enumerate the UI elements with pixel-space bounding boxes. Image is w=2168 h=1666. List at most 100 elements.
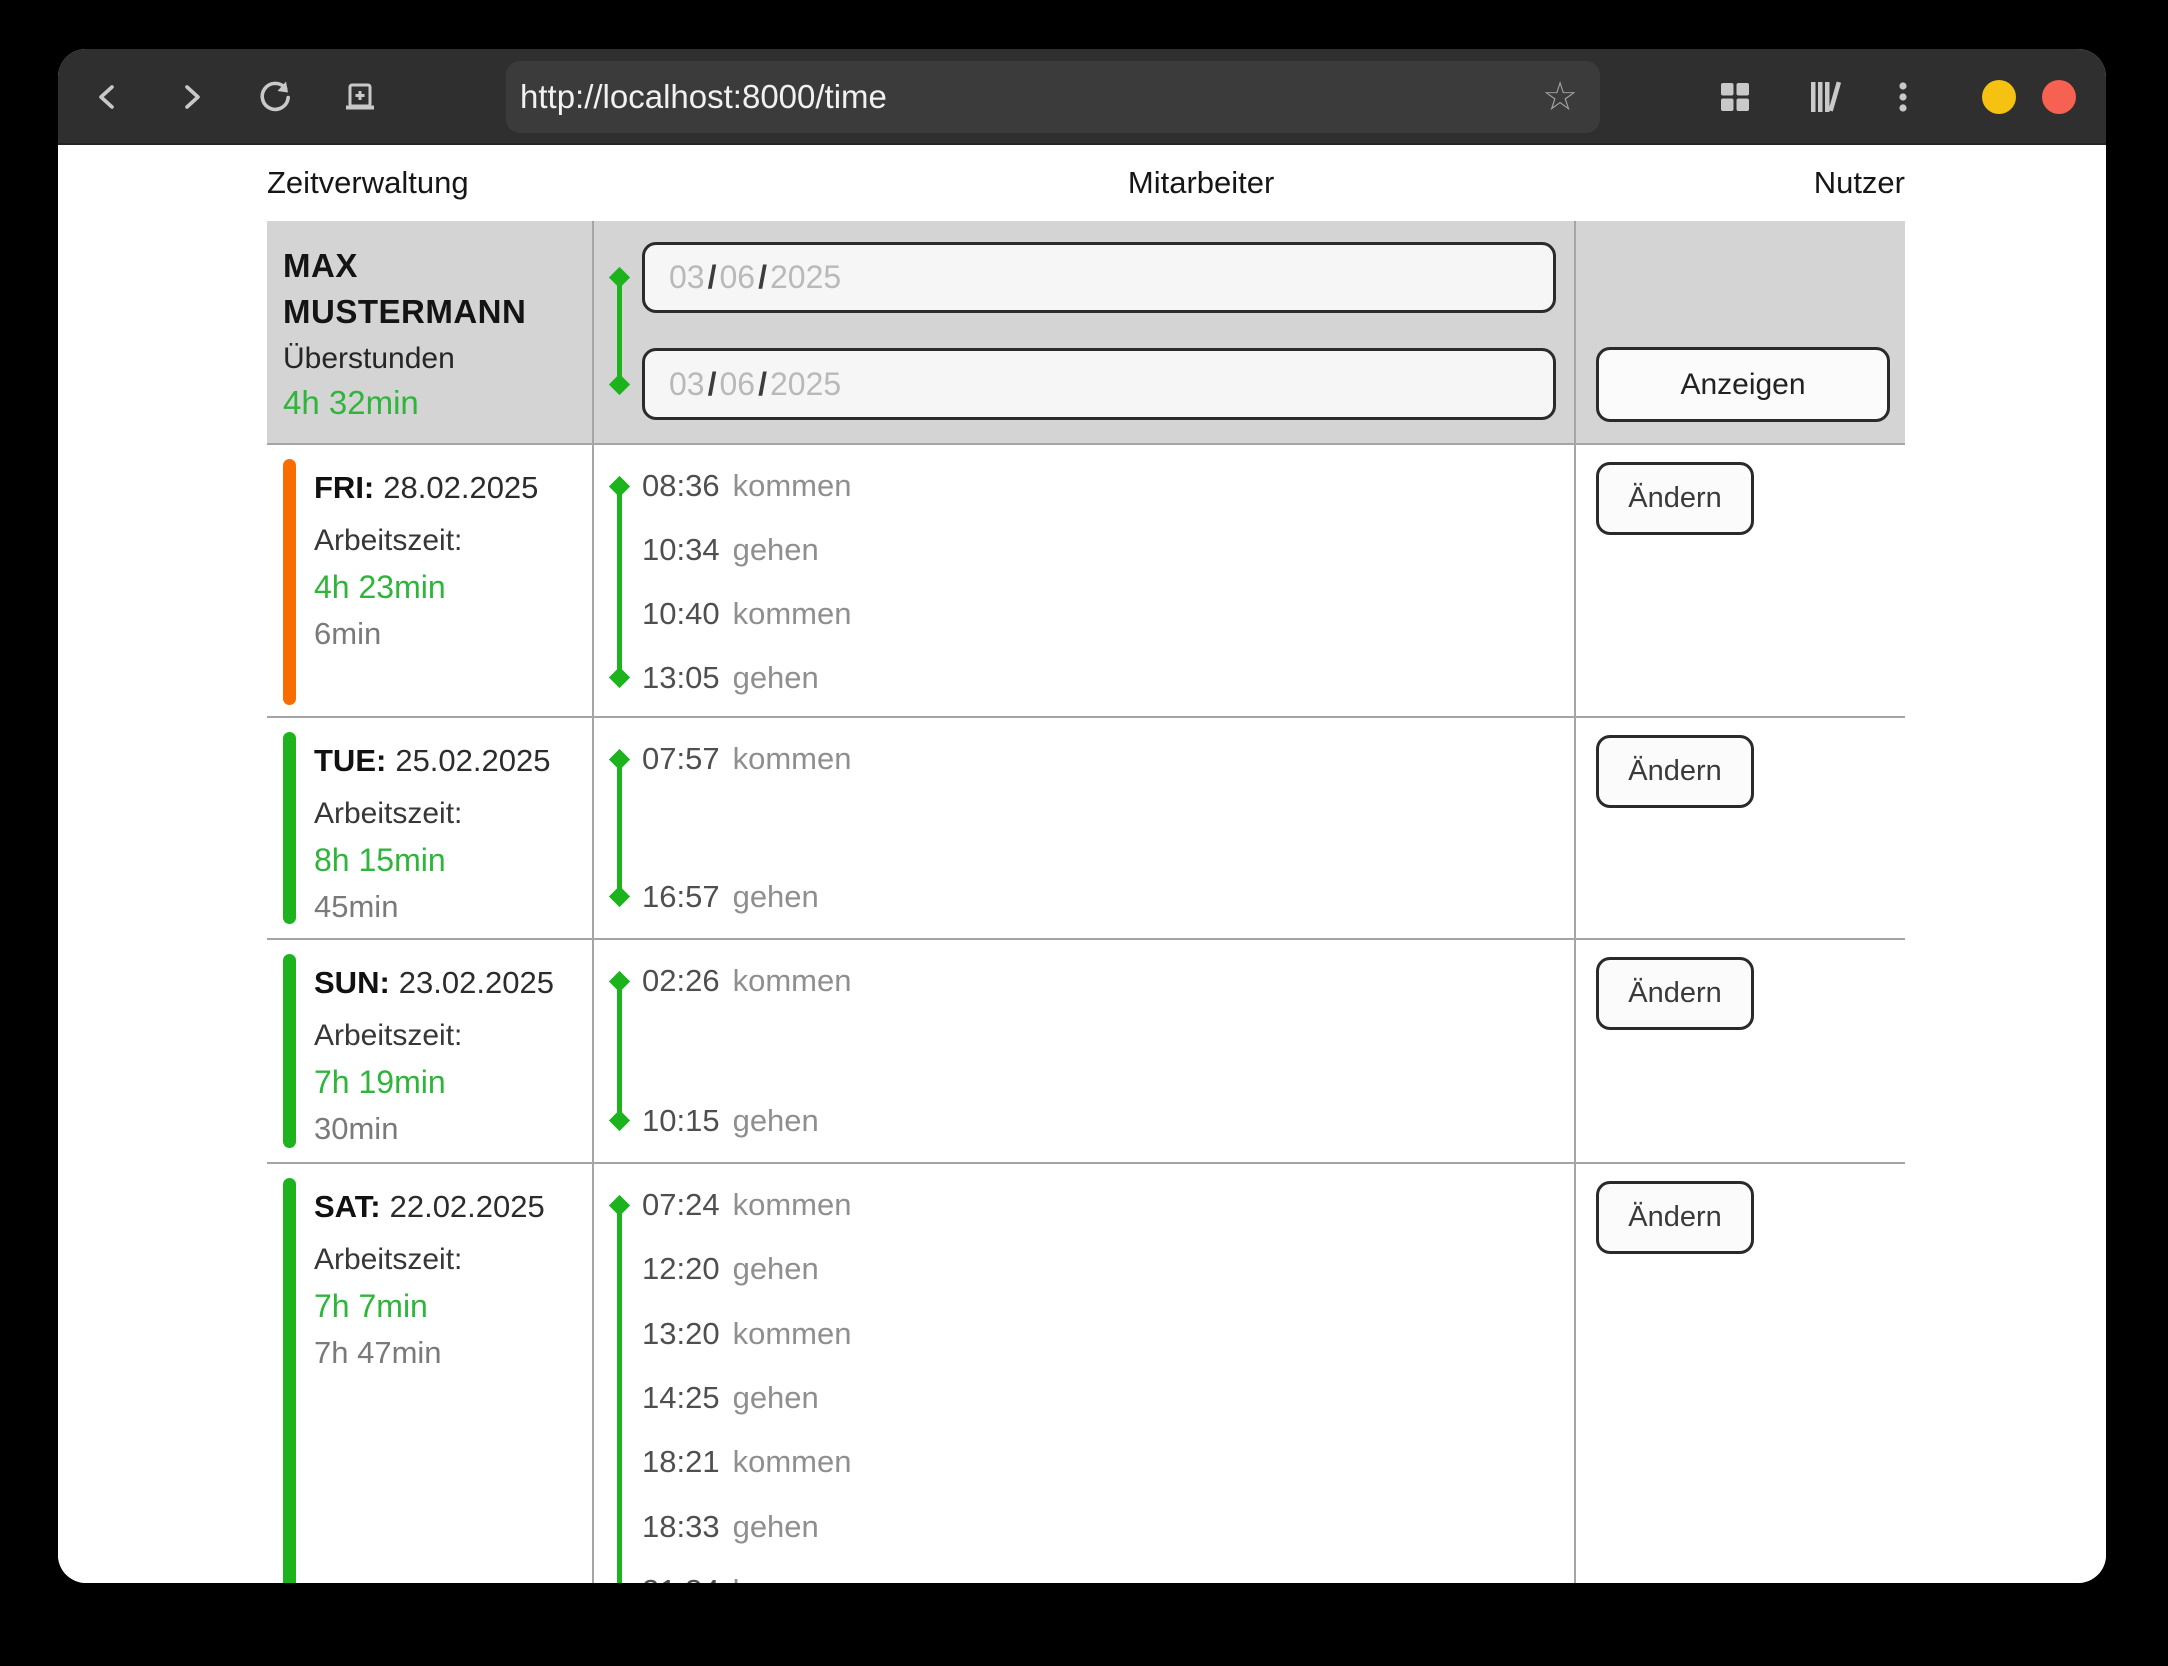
url-text[interactable]: http://localhost:8000/time [520, 78, 1542, 116]
date-range-line [617, 277, 622, 384]
employee-first-name: MAX [283, 243, 592, 289]
date-from-day: 03 [669, 259, 705, 296]
entry-time: 10:34 [642, 532, 720, 568]
entry-type: kommen [733, 963, 852, 999]
minimize-button[interactable] [1982, 80, 2016, 114]
time-entries: 07:57 kommen 16:57gehen [594, 718, 1574, 938]
time-entry: 21:34 kommen [594, 1559, 1574, 1583]
timeline [617, 759, 622, 897]
entry-time: 14:25 [642, 1380, 720, 1416]
time-entries: 02:26 kommen 10:15gehen [594, 940, 1574, 1162]
work-time: 7h 7min [314, 1283, 592, 1329]
show-button[interactable]: Anzeigen [1596, 347, 1890, 422]
entry-type: gehen [733, 532, 819, 568]
status-bar [283, 459, 296, 705]
bookmark-star-icon[interactable]: ☆ [1542, 79, 1578, 115]
entry-type: kommen [733, 1444, 852, 1480]
change-button[interactable]: Ändern [1596, 1181, 1754, 1254]
url-bar[interactable]: http://localhost:8000/time ☆ [506, 61, 1600, 133]
work-time: 7h 19min [314, 1059, 592, 1105]
date-to-day: 03 [669, 366, 705, 403]
work-label: Arbeitszeit: [314, 518, 592, 564]
entry-time: 07:57 [642, 741, 720, 777]
date-separator: / [755, 366, 770, 403]
entry-time: 02:26 [642, 963, 720, 999]
work-time: 8h 15min [314, 837, 592, 883]
entry-type: kommen [733, 1187, 852, 1223]
employee-name: MAX MUSTERMANN [283, 243, 592, 335]
entry-time: 13:20 [642, 1316, 720, 1352]
nav-zeitverwaltung[interactable]: Zeitverwaltung [267, 165, 469, 201]
entry-type: kommen [733, 1573, 852, 1583]
entry-type: kommen [733, 741, 852, 777]
library-icon[interactable] [1806, 79, 1842, 115]
date-to-year: 2025 [770, 366, 841, 403]
entry-type: gehen [733, 1251, 819, 1287]
browser-toolbar: http://localhost:8000/time ☆ [58, 49, 2106, 145]
reload-icon[interactable] [257, 79, 293, 115]
day-label: SUN: [314, 965, 390, 1000]
new-tab-icon[interactable] [342, 79, 378, 115]
date-from-input[interactable]: 03/06/2025 [642, 242, 1556, 313]
work-time: 4h 23min [314, 564, 592, 610]
day-row-sun: SUN:23.02.2025 Arbeitszeit: 7h 19min 30m… [267, 938, 1905, 1162]
work-label: Arbeitszeit: [314, 791, 592, 837]
day-row-tue: TUE:25.02.2025 Arbeitszeit: 8h 15min 45m… [267, 716, 1905, 938]
range-start-diamond [609, 267, 630, 288]
forward-icon[interactable] [173, 79, 209, 115]
time-entries: 08:36kommen 10:34gehen 10:40kommen 13:05… [594, 445, 1574, 719]
back-icon[interactable] [90, 79, 126, 115]
change-button[interactable]: Ändern [1596, 735, 1754, 808]
tab-overview-icon[interactable] [1717, 79, 1753, 115]
timeline [617, 486, 622, 678]
time-entry: 10:15gehen [594, 1089, 1574, 1153]
day-title: FRI:28.02.2025 [314, 468, 592, 508]
time-entry: 16:57gehen [594, 865, 1574, 929]
work-label: Arbeitszeit: [314, 1013, 592, 1059]
entry-time: 10:40 [642, 596, 720, 632]
entry-time: 13:05 [642, 660, 720, 696]
entry-type: kommen [733, 1316, 852, 1352]
entry-time: 10:15 [642, 1103, 720, 1139]
time-entry: 13:20 kommen [594, 1302, 1574, 1366]
time-entry: 10:34 gehen [594, 518, 1574, 582]
close-button[interactable] [2042, 80, 2076, 114]
time-entry: 18:21kommen [594, 1430, 1574, 1494]
top-nav: Zeitverwaltung Mitarbeiter Nutzer [58, 145, 2106, 221]
day-title: TUE:25.02.2025 [314, 741, 592, 781]
nav-mitarbeiter[interactable]: Mitarbeiter [1128, 165, 1274, 201]
overtime-label: Überstunden [283, 337, 592, 381]
date-to-input[interactable]: 03/06/2025 [642, 348, 1556, 420]
nav-nutzer[interactable]: Nutzer [1814, 165, 1905, 201]
day-date: 23.02.2025 [399, 965, 554, 1000]
time-entry: 18:33gehen [594, 1495, 1574, 1559]
entry-time: 12:20 [642, 1251, 720, 1287]
browser-window: http://localhost:8000/time ☆ [58, 49, 2106, 1583]
day-title: SUN: 23.02.2025 [314, 963, 592, 1003]
time-entry: 13:05 gehen [594, 646, 1574, 710]
employee-last-name: MUSTERMANN [283, 289, 592, 335]
time-entry: 14:25gehen [594, 1366, 1574, 1430]
time-entries: 07:24 kommen 12:20 gehen 13:20 kommen 14:25… [594, 1164, 1574, 1583]
time-entry: 12:20 gehen [594, 1237, 1574, 1301]
status-bar [283, 732, 296, 924]
change-button[interactable]: Ändern [1596, 462, 1754, 535]
entry-type: gehen [733, 660, 819, 696]
timeline [617, 981, 622, 1121]
pause-time: 45min [314, 883, 592, 930]
range-end-diamond [609, 374, 630, 395]
status-bar [283, 954, 296, 1148]
entry-time: 18:33 [642, 1509, 720, 1545]
date-to-month: 06 [719, 366, 755, 403]
date-separator: / [705, 259, 720, 296]
entry-time: 07:24 [642, 1187, 720, 1223]
entry-time: 21:34 [642, 1573, 720, 1583]
menu-kebab-icon[interactable] [1885, 79, 1921, 115]
day-date: 28.02.2025 [383, 470, 538, 505]
change-button[interactable]: Ändern [1596, 957, 1754, 1030]
entry-time: 16:57 [642, 879, 720, 915]
time-table: MAX MUSTERMANN Überstunden 4h 32min 03/0… [267, 221, 1905, 1583]
pause-time: 6min [314, 610, 592, 657]
entry-time: 08:36 [642, 468, 720, 504]
day-date: 25.02.2025 [395, 743, 550, 778]
